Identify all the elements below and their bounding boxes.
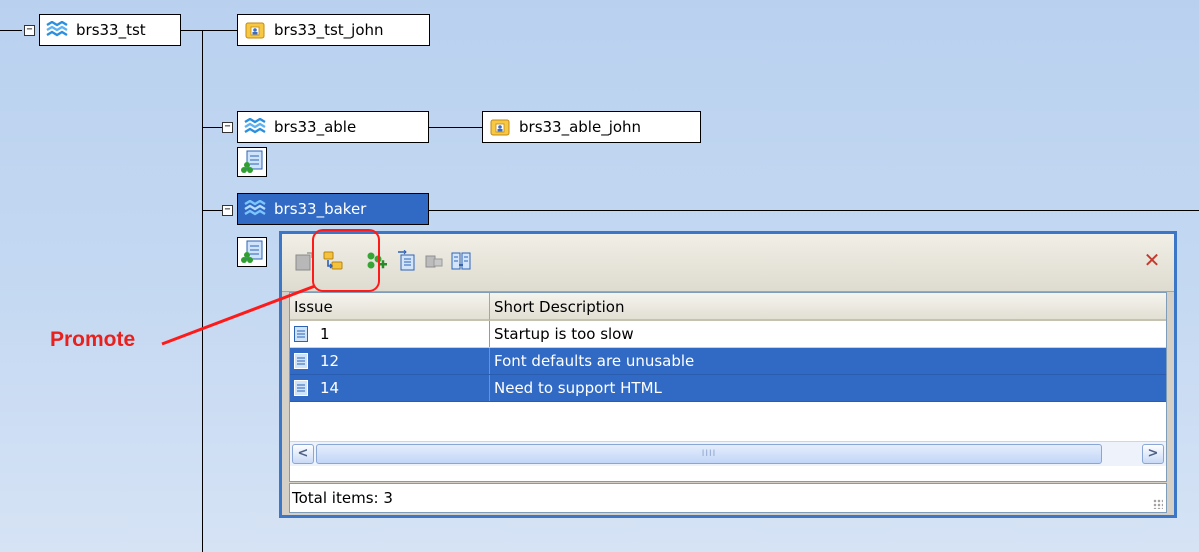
node-label: brs33_tst_john [274,21,384,39]
collapse-toggle-brs33-able[interactable]: − [222,122,233,133]
send-icon [425,255,443,268]
stream-node-brs33-tst[interactable]: brs33_tst [39,14,181,46]
stream-icon [244,200,266,216]
node-label: brs33_baker [274,200,367,218]
issues-icon [241,240,263,263]
panel-toolbar: ✕ [282,234,1174,292]
node-label: brs33_tst [76,21,146,39]
issues-table: Issue Short Description 1 Startup is too… [289,292,1167,482]
default-group-issues-icon[interactable] [237,147,267,177]
promote-icon [323,251,343,270]
table-row[interactable]: 14 Need to support HTML [290,375,1166,402]
issues-icon [241,150,263,173]
compare-icon [451,252,471,270]
workspace-icon [245,22,265,39]
cell-short-description: Font defaults are unusable [494,352,695,370]
cell-issue-number: 12 [290,348,490,374]
default-group-panel: ✕ Issue Short Description 1 Startup is t… [279,231,1177,518]
column-header-short-description[interactable]: Short Description [490,293,1166,321]
workspace-node-brs33-able-john[interactable]: brs33_able_john [482,111,701,143]
horizontal-scrollbar[interactable]: < IIII > [290,441,1166,466]
resize-grip-icon[interactable] [1153,499,1163,509]
cell-issue-number: 14 [290,375,490,401]
add-issues-icon [367,252,387,269]
collapse-toggle-brs33-tst[interactable]: − [24,25,35,36]
close-panel-button[interactable]: ✕ [1142,250,1162,270]
edit-button[interactable] [292,249,316,273]
stream-icon [46,21,68,37]
stream-node-brs33-baker[interactable]: brs33_baker [237,193,429,225]
workspace-icon [490,119,510,136]
import-issues-button[interactable] [395,249,419,273]
edit-icon [295,252,313,271]
stream-icon [244,118,266,134]
collapse-toggle-brs33-baker[interactable]: − [222,205,233,216]
cell-issue-number: 1 [290,321,490,347]
node-label: brs33_able [274,118,357,136]
table-row[interactable]: 12 Font defaults are unusable [290,348,1166,375]
cell-short-description: Startup is too slow [494,325,634,343]
cell-short-description: Need to support HTML [494,379,662,397]
scrollbar-thumb[interactable]: IIII [316,444,1102,464]
promote-button[interactable] [321,249,345,273]
import-icon [398,250,415,271]
table-row[interactable]: 1 Startup is too slow [290,321,1166,348]
workspace-node-brs33-tst-john[interactable]: brs33_tst_john [237,14,430,46]
status-bar: Total items: 3 [289,483,1167,513]
column-header-issue[interactable]: Issue [290,293,490,321]
promote-callout-label: Promote [50,328,136,351]
scroll-right-button[interactable]: > [1142,444,1164,464]
compare-button[interactable] [449,249,473,273]
scroll-left-button[interactable]: < [292,444,314,464]
stream-node-brs33-able[interactable]: brs33_able [237,111,429,143]
total-items-label: Total items: 3 [292,489,393,507]
node-label: brs33_able_john [519,118,642,136]
default-group-issues-icon[interactable] [237,237,267,267]
add-issues-button[interactable] [364,249,388,273]
send-to-button[interactable] [422,249,446,273]
callout-arrow [161,284,316,346]
